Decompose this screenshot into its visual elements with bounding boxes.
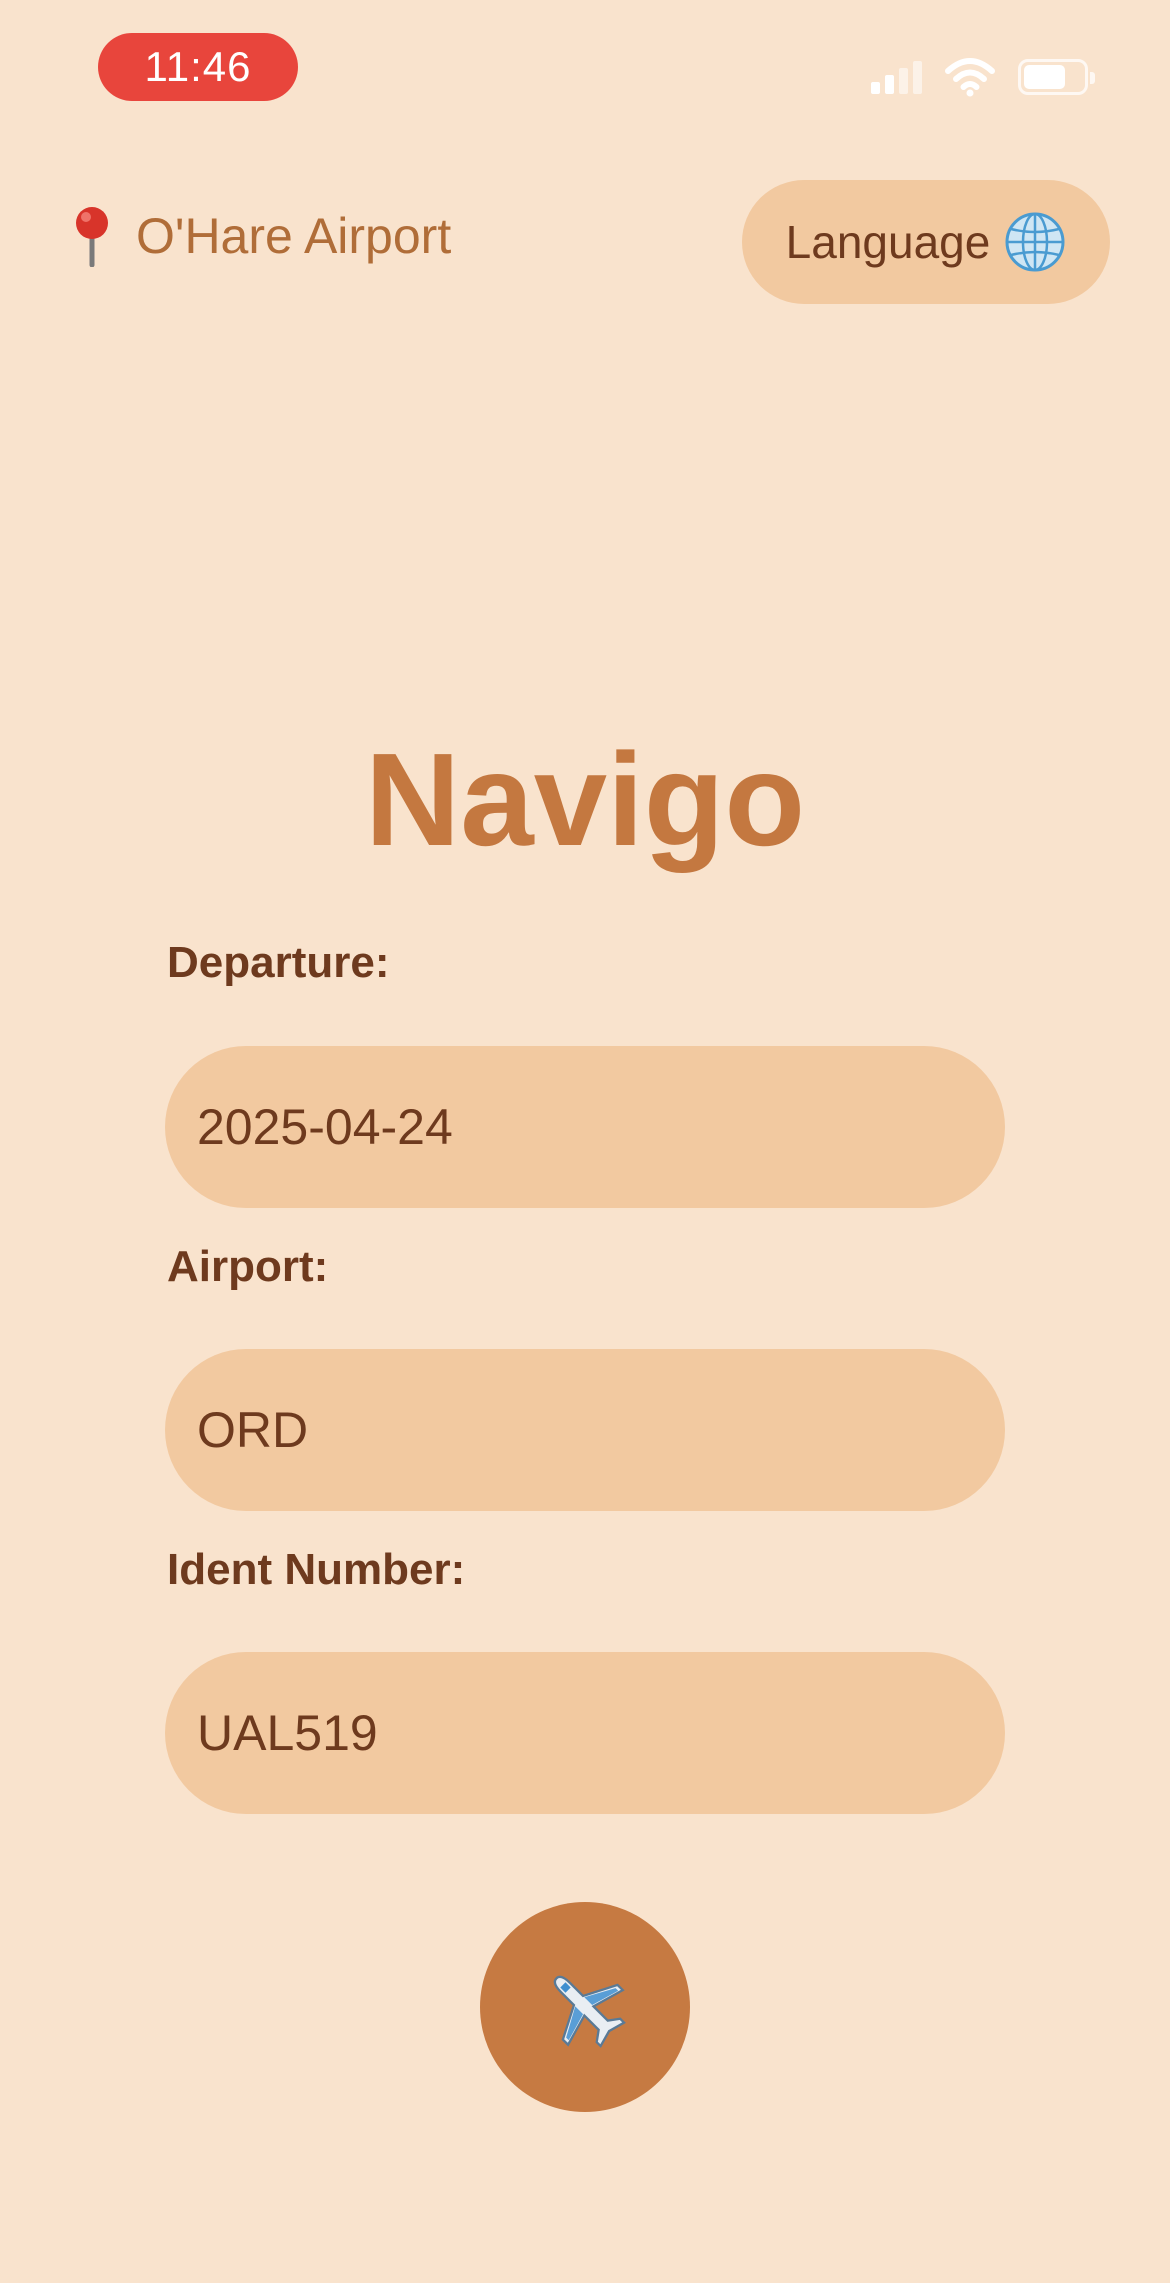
ident-number-field[interactable]: UAL519 xyxy=(165,1652,1005,1814)
airplane-icon xyxy=(553,1975,626,2048)
current-location: O'Hare Airport xyxy=(72,205,451,267)
location-pin-icon xyxy=(76,207,108,267)
wifi-icon xyxy=(945,58,995,97)
language-button[interactable]: Language xyxy=(742,180,1110,304)
battery-fill xyxy=(1024,65,1065,89)
battery-nub xyxy=(1090,72,1095,84)
battery-icon xyxy=(1018,59,1095,95)
airport-field[interactable]: ORD xyxy=(165,1349,1005,1511)
departure-field[interactable]: 2025-04-24 xyxy=(165,1046,1005,1208)
location-label: O'Hare Airport xyxy=(136,208,452,264)
departure-label: Departure: xyxy=(167,938,390,987)
ident-number-value: UAL519 xyxy=(197,1705,378,1761)
ident-number-label: Ident Number: xyxy=(167,1545,466,1594)
search-flight-button[interactable] xyxy=(480,1902,690,2112)
airport-value: ORD xyxy=(197,1402,309,1458)
language-button-label: Language xyxy=(785,216,991,268)
status-time: 11:46 xyxy=(98,33,298,101)
status-icons xyxy=(871,52,1095,102)
airport-label: Airport: xyxy=(167,1242,329,1291)
app-title: Navigo xyxy=(364,726,806,873)
app-screen: 11:46 O'Hare Airport Language Navigo Dep… xyxy=(0,0,1170,2283)
departure-value: 2025-04-24 xyxy=(197,1099,453,1155)
globe-icon xyxy=(1005,212,1065,272)
cellular-signal-icon xyxy=(871,60,922,94)
